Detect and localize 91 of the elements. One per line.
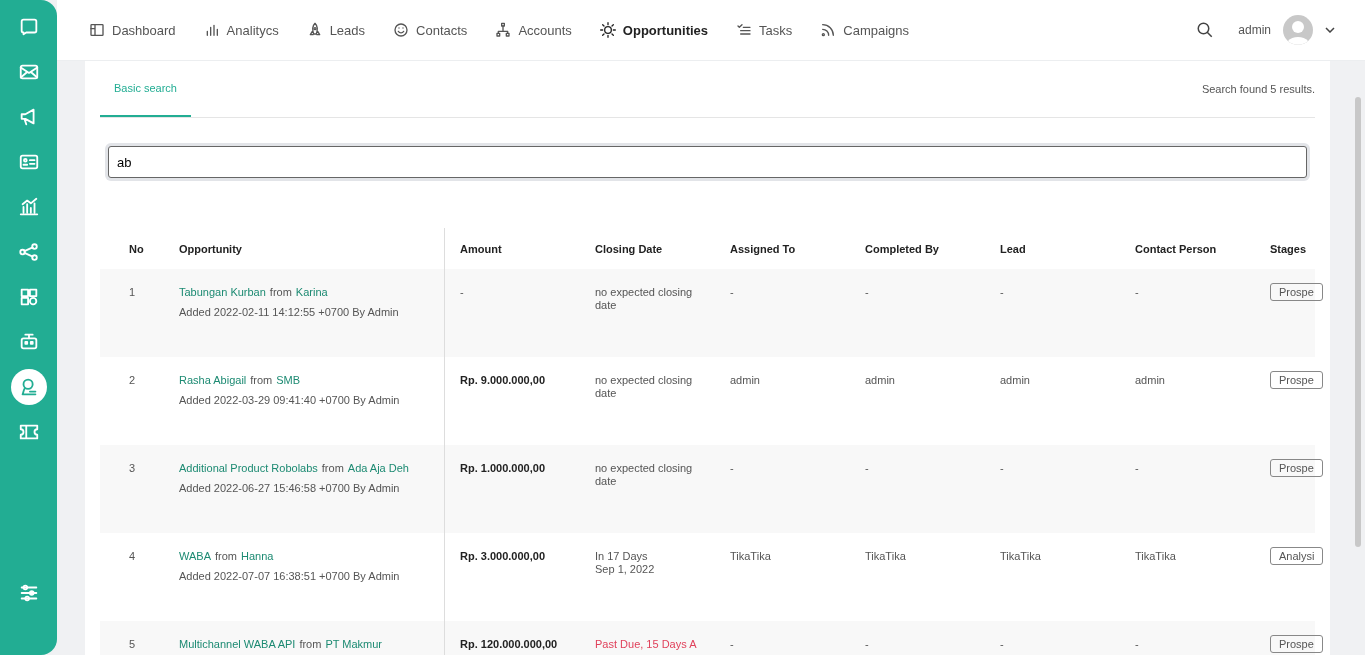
closing-date: Sep 1, 2022 — [595, 563, 656, 576]
completed-by-text: - — [865, 638, 869, 650]
stage-tag[interactable]: Prospe — [1270, 459, 1323, 477]
column-header: Assigned To — [730, 241, 797, 257]
lead-text: TikaTika — [1000, 550, 1041, 562]
lead-text: - — [1000, 638, 1004, 650]
hierarchy-icon — [495, 22, 512, 38]
column-header: Closing Date — [595, 241, 664, 257]
closing-date: Past Due, 15 Days A — [595, 638, 698, 651]
amount-text: - — [460, 286, 464, 298]
column-header: No — [128, 241, 145, 257]
stage-tag[interactable]: Prospe — [1270, 283, 1323, 301]
column-header: Contact Person — [1135, 241, 1218, 257]
stage-tag[interactable]: Prospe — [1270, 371, 1323, 389]
assignee-text: - — [730, 638, 734, 650]
column-header: Amount — [459, 241, 503, 257]
assignee-text: admin — [730, 374, 760, 386]
bar-chart-icon — [17, 196, 40, 218]
amount-text: Rp. 120.000.000,00 — [460, 638, 558, 650]
contact-text: admin — [1135, 374, 1165, 386]
contact-text: - — [1135, 638, 1139, 650]
row-number: 4 — [129, 550, 136, 562]
sidebar-item[interactable] — [10, 369, 47, 405]
title-link[interactable]: SMB — [276, 370, 301, 390]
amount-text: Rp. 9.000.000,00 — [460, 374, 545, 386]
completed-by-text: admin — [865, 374, 895, 386]
completed-by-text: - — [865, 286, 869, 298]
lead-text: - — [1000, 462, 1004, 474]
contact-text: TikaTika — [1135, 550, 1176, 562]
assignee-text: - — [730, 462, 734, 474]
added-info: Added 2022-03-29 09:41:40 +0700 By Admin — [179, 393, 401, 408]
amount-text: Rp. 3.000.000,00 — [460, 550, 545, 562]
title-link[interactable]: Tabungan Kurban — [179, 282, 266, 302]
user-name[interactable]: admin — [1238, 23, 1271, 37]
checklist-icon — [736, 22, 753, 38]
nav-link[interactable]: Dashboard — [89, 22, 176, 38]
title-link[interactable]: Rasha Abigail — [179, 370, 247, 390]
title-text: from — [321, 461, 344, 476]
column-header: Stages — [1270, 241, 1308, 257]
nav-link[interactable]: Campaigns — [820, 22, 910, 38]
nav-link[interactable]: Leads — [306, 22, 366, 38]
nav-link[interactable]: Opportunities — [599, 22, 709, 38]
title-link[interactable]: PT Makmur — [325, 634, 382, 654]
added-info: Added 2022-02-11 14:12:55 +0700 By Admin — [179, 305, 400, 320]
closing-date: no expected closing date — [595, 374, 694, 400]
share-icon — [17, 241, 40, 263]
stage-tag[interactable]: Prospe — [1270, 635, 1323, 653]
contact-text: - — [1135, 286, 1139, 298]
stage-tag[interactable]: Analysi — [1270, 547, 1324, 565]
row-number: 5 — [129, 638, 136, 650]
title-text: from — [269, 285, 292, 300]
lead-text: - — [1000, 286, 1004, 298]
row-number: 2 — [129, 374, 136, 386]
added-info: Added 2022-07-07 16:38:51 +0700 By Admin — [179, 569, 401, 584]
title-link[interactable]: Karina — [295, 282, 328, 302]
smiley-icon — [393, 22, 410, 38]
title-link[interactable]: WABA — [179, 546, 211, 566]
completed-by-text: - — [865, 462, 869, 474]
column-header: Lead — [1000, 241, 1027, 257]
row-number: 1 — [129, 286, 136, 298]
nav-link[interactable]: Contacts — [393, 22, 468, 38]
closing-date: In 17 Days — [595, 550, 649, 563]
title-text: from — [215, 549, 237, 564]
amount-text: Rp. 1.000.000,00 — [460, 462, 545, 474]
title-link[interactable]: Multichannel WABA API — [179, 634, 296, 654]
closing-date: no expected closing date — [595, 286, 694, 312]
sun-icon — [599, 22, 616, 38]
completed-by-text: TikaTika — [865, 550, 906, 562]
nav-link[interactable]: Accounts — [495, 22, 572, 38]
title-link[interactable]: Additional Product Robolabs — [179, 458, 318, 478]
contact-text: - — [1135, 462, 1139, 474]
search-field[interactable]: ab — [108, 146, 1307, 178]
lead-text: admin — [1000, 374, 1030, 386]
nav-link[interactable]: Analitycs — [203, 22, 279, 38]
row-number: 3 — [129, 462, 136, 474]
title-text: from — [250, 373, 273, 388]
avatar-icon[interactable] — [1283, 15, 1313, 45]
added-info: Added 2022-06-27 15:46:58 +0700 By Admin — [179, 481, 401, 496]
layout-icon — [89, 22, 105, 38]
rss-icon — [820, 22, 837, 38]
search-icon[interactable] — [1196, 21, 1215, 39]
result-count: Search found 5 results. — [1201, 83, 1315, 95]
title-text: from — [299, 637, 322, 652]
assignee-text: TikaTika — [730, 550, 771, 562]
closing-date: no expected closing date — [595, 462, 694, 488]
nav-link[interactable]: Tasks — [736, 22, 793, 38]
caret-icon[interactable] — [1325, 27, 1335, 33]
title-link[interactable]: Ada Aja Deh — [347, 458, 409, 478]
title-link[interactable]: Hanna — [241, 546, 274, 566]
assignee-text: - — [730, 286, 734, 298]
column-header: Completed By — [865, 241, 940, 257]
